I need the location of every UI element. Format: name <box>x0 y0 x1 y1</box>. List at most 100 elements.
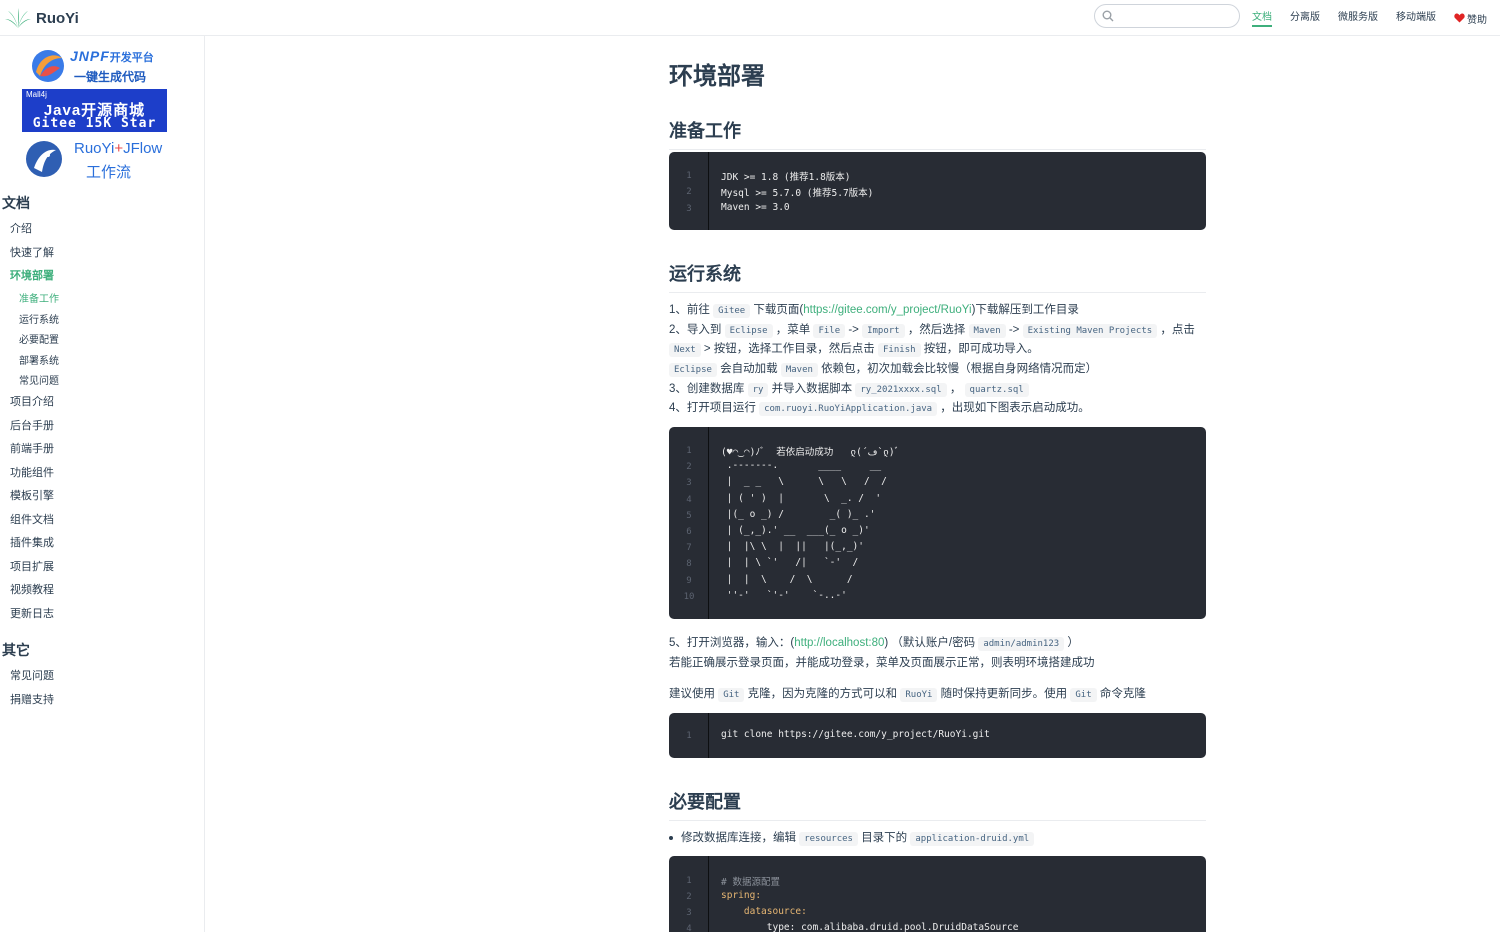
search-input[interactable] <box>1117 7 1235 25</box>
text: 2、导入到 <box>669 324 722 336</box>
inline-code: Import <box>862 324 905 338</box>
code-line: spring: <box>721 890 762 901</box>
jflow-subtitle: 工作流 <box>86 164 132 181</box>
text: -> <box>1008 324 1020 336</box>
code-line: .-------. ____ __ <box>721 460 882 471</box>
nav-link-microservice[interactable]: 微服务版 <box>1338 0 1378 36</box>
localhost-link[interactable]: http://localhost:80 <box>794 637 884 649</box>
brand-link[interactable]: RuoYi <box>4 6 79 30</box>
sidebar-sub-prepare[interactable]: 准备工作 <box>19 290 59 305</box>
heading-config: 必要配置 <box>669 788 1206 821</box>
text: 克隆，因为克隆的方式可以和 <box>747 688 898 700</box>
line-number: 1 <box>686 731 692 741</box>
nav-link-docs[interactable]: 文档 <box>1252 0 1272 36</box>
line-number: 4 <box>686 924 692 932</box>
text: ，点击 <box>1160 324 1195 336</box>
sidebar-item-quick-start[interactable]: 快速了解 <box>10 244 54 260</box>
inline-code: admin/admin123 <box>978 637 1065 651</box>
sidebar-item-project-intro[interactable]: 项目介绍 <box>10 393 54 409</box>
ad-jnpf[interactable]: JNPF开发平台 一键生成代码 <box>30 46 170 86</box>
sidebar-item-frontend-manual[interactable]: 前端手册 <box>10 440 54 456</box>
sidebar-item-extensions[interactable]: 项目扩展 <box>10 558 54 574</box>
text: 1、前往 <box>669 304 710 316</box>
mall4j-subtitle: Gitee 15K Star <box>32 116 157 131</box>
nav-link-sponsor[interactable]: 赞助 <box>1454 11 1487 26</box>
inline-code: Git <box>718 688 745 702</box>
run-step-1: 1、前往 Gitee 下载页面(https://gitee.com/y_proj… <box>669 301 1079 318</box>
mall4j-small-label: Mall4j <box>26 90 47 99</box>
code-line: JDK >= 1.8 (推荐1.8版本) <box>721 172 851 183</box>
sidebar-item-other-faq[interactable]: 常见问题 <box>10 667 54 683</box>
heart-icon <box>1454 13 1465 23</box>
run-step-4: 4、打开项目运行 com.ruoyi.RuoYiApplication.java… <box>669 399 1090 416</box>
inline-code: RuoYi <box>900 688 938 702</box>
sidebar-group-other[interactable]: 其它 <box>2 640 30 660</box>
text: ， <box>949 383 962 395</box>
run-step-2-note: Eclipse 会自动加载 Maven 依赖包，初次加载会比较慢（根据自身网络情… <box>669 360 1097 377</box>
ad-mall4j[interactable]: Mall4j Java开源商城 Gitee 15K Star <box>22 89 167 132</box>
sidebar-item-env-deploy[interactable]: 环境部署 <box>10 267 54 283</box>
nav-link-mobile[interactable]: 移动端版 <box>1396 0 1436 36</box>
sidebar-sub-config[interactable]: 必要配置 <box>19 331 59 346</box>
inline-code: Maven <box>780 363 818 377</box>
jflow-title: RuoYi+JFlow <box>74 140 162 157</box>
line-number: 3 <box>686 478 692 488</box>
inline-code: ry_2021xxxx.sql <box>855 383 947 397</box>
jflow-logo-icon <box>26 141 62 177</box>
sidebar-item-backend-manual[interactable]: 后台手册 <box>10 417 54 433</box>
line-number: 1 <box>686 171 692 181</box>
sidebar-item-components[interactable]: 功能组件 <box>10 464 54 480</box>
sidebar-item-intro[interactable]: 介绍 <box>10 220 32 236</box>
sidebar-item-donate[interactable]: 捐赠支持 <box>10 691 54 707</box>
sidebar-item-template-engine[interactable]: 模板引擎 <box>10 487 54 503</box>
code-line: | _ _ \ \ \ / / <box>721 476 887 487</box>
jnpf-title-suffix: 开发平台 <box>109 52 154 64</box>
sidebar-item-component-docs[interactable]: 组件文档 <box>10 511 54 527</box>
jflow-title-jflow: JFlow <box>123 140 163 157</box>
inline-code: Finish <box>878 343 921 357</box>
ruoyi-leaf-logo-icon <box>5 8 31 28</box>
line-number: 2 <box>686 892 692 902</box>
line-number: 5 <box>686 511 692 521</box>
inline-code: Gitee <box>713 304 751 318</box>
code-line: datasource: <box>721 906 807 917</box>
nav-link-separated[interactable]: 分离版 <box>1290 0 1320 36</box>
text: 建议使用 <box>669 688 715 700</box>
inline-code: com.ruoyi.RuoYiApplication.java <box>759 402 938 416</box>
inline-code: File <box>813 324 846 338</box>
line-number: 1 <box>686 446 692 456</box>
sidebar-item-plugins[interactable]: 插件集成 <box>10 534 54 550</box>
jflow-title-plus: + <box>114 140 124 157</box>
inline-code: Git <box>1070 688 1097 702</box>
text: ，然后选择 <box>907 324 966 336</box>
code-line: ''-' `'-' `-..-' <box>721 590 847 601</box>
text: 修改数据库连接，编辑 <box>681 832 796 844</box>
ad-ruoyi-jflow[interactable]: RuoYi+JFlow 工作流 <box>24 136 169 182</box>
sidebar-group-docs[interactable]: 文档 <box>2 193 30 213</box>
jflow-title-ruoyi: RuoYi <box>74 140 115 157</box>
search-box[interactable] <box>1094 4 1240 28</box>
sidebar-sub-faq[interactable]: 常见问题 <box>19 372 59 387</box>
inline-code: resources <box>799 832 858 846</box>
jnpf-title-main: JNPF <box>70 48 110 64</box>
line-number: 9 <box>686 576 692 586</box>
line-number: 3 <box>686 204 692 214</box>
line-number: 3 <box>686 908 692 918</box>
page-title: 环境部署 <box>669 63 765 90</box>
inline-code: application-druid.yml <box>910 832 1035 846</box>
sidebar-item-videos[interactable]: 视频教程 <box>10 581 54 597</box>
code-line: | ( ' ) | \ _. / ' <box>721 493 882 504</box>
sidebar-sub-run[interactable]: 运行系统 <box>19 311 59 326</box>
gitee-link[interactable]: https://gitee.com/y_project/RuoYi <box>803 304 971 316</box>
heading-run: 运行系统 <box>669 260 1206 293</box>
text: 下载页面( <box>753 304 804 316</box>
run-step-2: 2、导入到 Eclipse ，菜单 File -> Import ，然后选择 M… <box>669 321 1195 338</box>
inline-code: ry <box>747 383 769 397</box>
text: )下载解压到工作目录 <box>971 304 1079 316</box>
code-line: | |\ \ | || |(_,_)' <box>721 541 864 552</box>
text: 随时保持更新同步。使用 <box>940 688 1068 700</box>
sidebar-sub-deploy[interactable]: 部署系统 <box>19 352 59 367</box>
inline-code: Eclipse <box>724 324 773 338</box>
sidebar-item-changelog[interactable]: 更新日志 <box>10 605 54 621</box>
text: 按钮，即可成功导入。 <box>923 343 1039 355</box>
